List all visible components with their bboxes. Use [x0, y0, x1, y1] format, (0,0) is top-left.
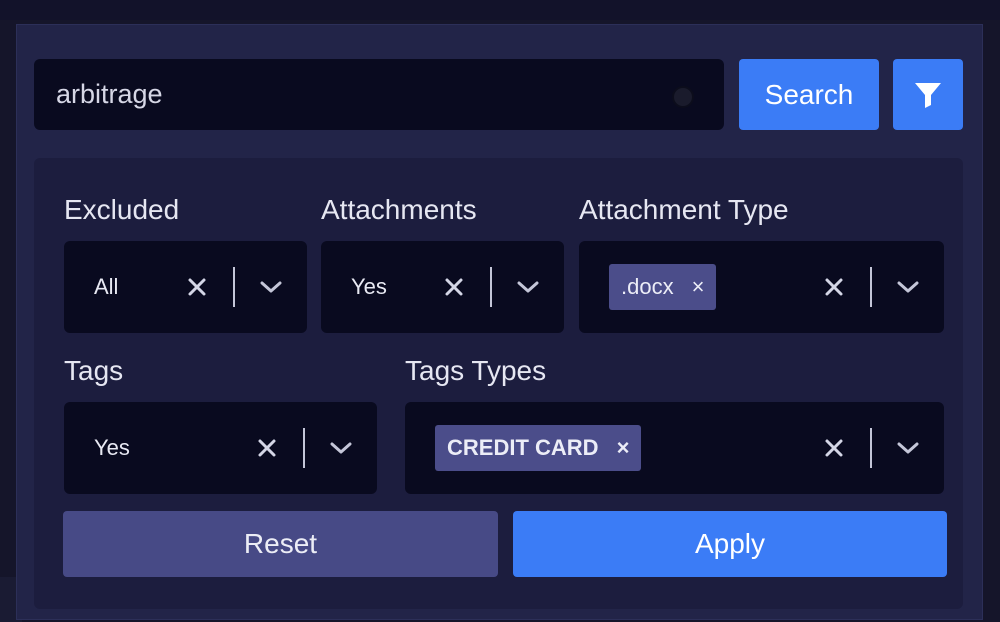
- attachment-type-label: Attachment Type: [579, 194, 789, 225]
- search-button[interactable]: Search: [739, 59, 879, 130]
- tags-types-chip-label: CREDIT CARD: [447, 435, 599, 460]
- search-input[interactable]: [54, 78, 658, 111]
- attachment-type-clear-icon[interactable]: [819, 241, 849, 333]
- tags-types-chip: CREDIT CARD ×: [435, 425, 642, 471]
- loading-indicator-icon: [672, 86, 694, 108]
- attachment-type-separator: [870, 267, 872, 307]
- search-field[interactable]: [34, 59, 724, 130]
- chip-remove-icon[interactable]: ×: [617, 435, 630, 461]
- attachment-type-chip: .docx ×: [609, 264, 717, 310]
- attachments-chevron-down-icon[interactable]: [513, 241, 543, 333]
- tags-types-clear-icon[interactable]: [819, 402, 849, 494]
- reset-button[interactable]: Reset: [63, 511, 498, 577]
- chip-remove-icon[interactable]: ×: [692, 274, 705, 300]
- tags-value: Yes: [94, 435, 130, 460]
- tags-label: Tags: [64, 355, 124, 386]
- tags-chevron-down-icon[interactable]: [326, 402, 356, 494]
- excluded-select[interactable]: All: [64, 241, 307, 333]
- search-panel: Search Excluded Attachments Attachment T…: [16, 24, 983, 620]
- excluded-chevron-down-icon[interactable]: [256, 241, 286, 333]
- excluded-value: All: [94, 274, 119, 299]
- attachment-type-chevron-down-icon[interactable]: [893, 241, 923, 333]
- filter-toggle-button[interactable]: [893, 59, 963, 130]
- attachments-separator: [490, 267, 492, 307]
- tags-types-chevron-down-icon[interactable]: [893, 402, 923, 494]
- filter-icon: [915, 82, 941, 108]
- attachment-type-select[interactable]: .docx ×: [579, 241, 944, 333]
- tags-types-select[interactable]: CREDIT CARD ×: [405, 402, 944, 494]
- attachments-clear-icon[interactable]: [439, 241, 469, 333]
- tags-separator: [303, 428, 305, 468]
- attachments-value: Yes: [351, 274, 387, 299]
- page-top-bar: [0, 0, 1000, 20]
- tags-types-separator: [870, 428, 872, 468]
- excluded-label: Excluded: [64, 194, 180, 225]
- excluded-separator: [233, 267, 235, 307]
- attachment-type-chip-label: .docx: [621, 274, 674, 299]
- tags-select[interactable]: Yes: [64, 402, 377, 494]
- tags-clear-icon[interactable]: [252, 402, 282, 494]
- attachments-label: Attachments: [321, 194, 477, 225]
- apply-button[interactable]: Apply: [513, 511, 947, 577]
- attachments-select[interactable]: Yes: [321, 241, 564, 333]
- tags-types-label: Tags Types: [405, 355, 547, 386]
- excluded-clear-icon[interactable]: [182, 241, 212, 333]
